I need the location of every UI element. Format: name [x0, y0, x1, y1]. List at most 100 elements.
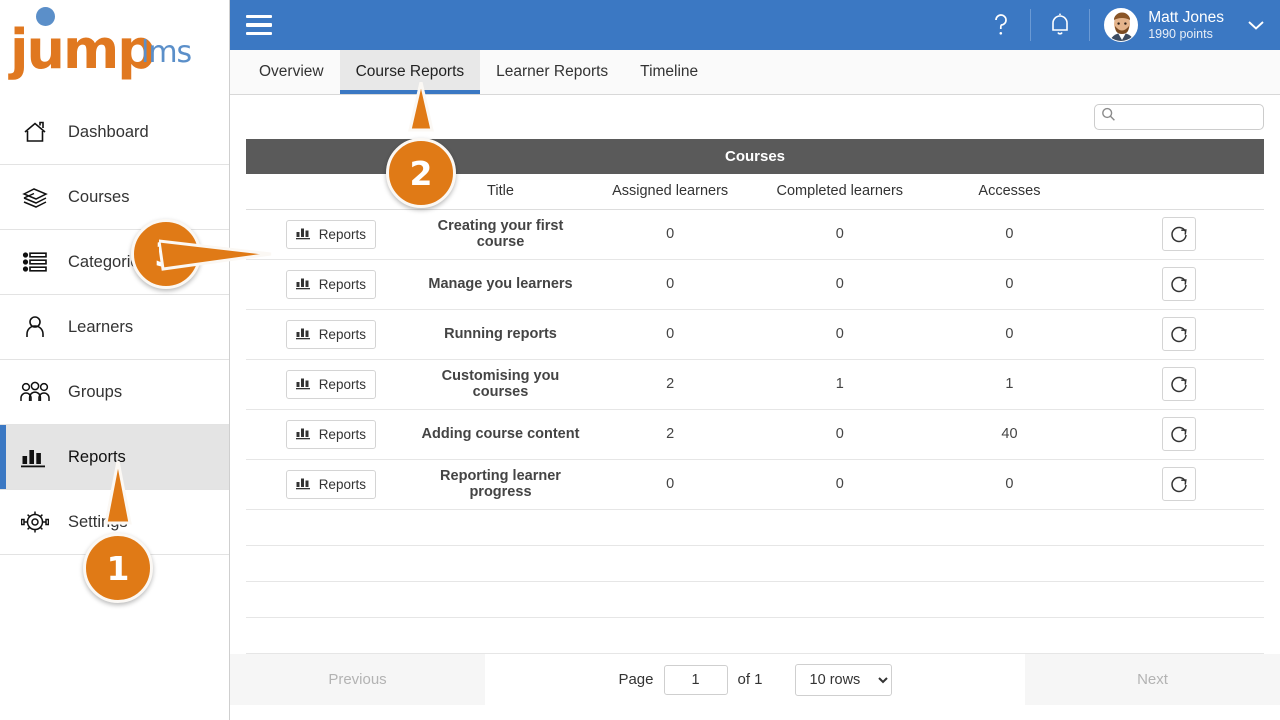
page-total-label: of 1 — [737, 671, 763, 688]
hamburger-icon[interactable] — [246, 15, 272, 35]
cell-assigned-learners: 0 — [585, 259, 755, 310]
avatar — [1104, 8, 1139, 42]
row-reports-button[interactable]: Reports — [285, 219, 376, 249]
row-reports-label: Reports — [318, 476, 366, 492]
cell-action: Reports — [246, 309, 416, 360]
bar-chart-icon — [295, 426, 312, 443]
sidebar-item-learners[interactable]: Learners — [0, 295, 229, 360]
user-info: Matt Jones 1990 points — [1148, 9, 1224, 41]
cell-refresh — [1094, 259, 1264, 310]
row-reports-label: Reports — [318, 326, 366, 342]
rows-per-page-select[interactable]: 10 rows25 rows50 rows100 rows — [794, 663, 892, 696]
refresh-icon[interactable] — [1162, 467, 1197, 501]
row-reports-button[interactable]: Reports — [285, 369, 376, 399]
row-reports-button[interactable]: Reports — [285, 469, 376, 499]
gear-icon — [18, 507, 52, 537]
cell-completed-learners: 0 — [754, 209, 925, 260]
table-empty-row — [246, 545, 1264, 582]
table-row: Reports Manage you learners 0 0 0 — [246, 259, 1264, 310]
cell-assigned-learners: 0 — [585, 209, 755, 260]
row-reports-label: Reports — [318, 276, 366, 292]
chevron-down-icon[interactable] — [1246, 18, 1266, 32]
row-reports-label: Reports — [318, 426, 366, 442]
next-button[interactable]: Next — [1025, 654, 1280, 705]
table-empty-row — [246, 581, 1264, 618]
bar-chart-icon — [295, 326, 312, 343]
home-icon — [18, 117, 52, 147]
sidebar-label: Courses — [68, 187, 130, 206]
pagination-bar: Previous Page of 1 10 rows25 rows50 rows… — [230, 653, 1280, 705]
page-label: Page — [618, 671, 654, 688]
cell-action: Reports — [246, 459, 416, 510]
cell-course-title: Reporting learner progress — [415, 459, 586, 510]
refresh-icon[interactable] — [1162, 267, 1197, 301]
tab-overview[interactable]: Overview — [243, 50, 340, 94]
search-input[interactable] — [1120, 109, 1280, 125]
callout-tail-1 — [104, 461, 132, 525]
cell-completed-learners: 1 — [754, 359, 925, 410]
pagination-center: Page of 1 10 rows25 rows50 rows100 rows — [485, 654, 1025, 705]
cell-refresh — [1094, 459, 1264, 510]
row-reports-button[interactable]: Reports — [285, 319, 376, 349]
user-points: 1990 points — [1148, 26, 1213, 41]
brand-logo[interactable]: jump lms — [0, 0, 229, 100]
cell-refresh — [1094, 209, 1264, 260]
bell-icon[interactable] — [1031, 8, 1089, 42]
cell-course-title: Customising you courses — [415, 359, 586, 410]
callout-tail-3 — [159, 239, 272, 271]
cell-completed-learners: 0 — [754, 309, 925, 360]
cell-accesses: 40 — [924, 409, 1095, 460]
bar-chart-icon — [18, 442, 52, 472]
callout-marker-1: 1 — [83, 461, 153, 603]
cell-course-title: Adding course content — [415, 409, 586, 460]
table-row: Reports Adding course content 2 0 40 — [246, 409, 1264, 460]
cell-refresh — [1094, 409, 1264, 460]
cell-completed-learners: 0 — [754, 409, 925, 460]
tab-learner-reports[interactable]: Learner Reports — [480, 50, 624, 94]
sidebar-label: Learners — [68, 317, 134, 336]
search-icon — [1101, 107, 1116, 127]
cell-action: Reports — [246, 409, 416, 460]
table-empty-row — [246, 617, 1264, 654]
refresh-icon[interactable] — [1162, 217, 1197, 251]
sidebar-item-dashboard[interactable]: Dashboard — [0, 100, 229, 165]
refresh-icon[interactable] — [1162, 317, 1197, 351]
app-root: jump lms Dashboard Courses Categories Le… — [0, 0, 1280, 720]
cell-accesses: 0 — [924, 459, 1095, 510]
callout-marker-2: 2 — [386, 82, 456, 208]
question-mark-icon[interactable] — [972, 8, 1030, 42]
cell-completed-learners: 0 — [754, 459, 925, 510]
top-header-bar: Matt Jones 1990 points — [230, 0, 1280, 50]
user-name: Matt Jones — [1148, 8, 1224, 26]
logo-text: jump — [10, 18, 156, 81]
bar-chart-icon — [295, 376, 312, 393]
bar-chart-icon — [295, 476, 312, 493]
courses-table: Courses Title Assigned learners Complete… — [246, 139, 1264, 654]
list-icon — [18, 247, 52, 277]
cell-assigned-learners: 0 — [585, 459, 755, 510]
row-reports-button[interactable]: Reports — [285, 419, 376, 449]
table-row: Reports Running reports 0 0 0 — [246, 309, 1264, 360]
bar-chart-icon — [295, 276, 312, 293]
sidebar-label: Dashboard — [68, 122, 149, 141]
row-reports-label: Reports — [318, 376, 366, 392]
refresh-icon[interactable] — [1162, 417, 1197, 451]
sidebar-item-groups[interactable]: Groups — [0, 360, 229, 425]
search-box[interactable] — [1094, 104, 1280, 130]
people-icon — [18, 377, 52, 407]
table-body: Reports Creating your first course 0 0 0 Repo… — [246, 209, 1264, 654]
tab-timeline[interactable]: Timeline — [624, 50, 714, 94]
page-number-input[interactable] — [663, 664, 728, 695]
books-icon — [18, 182, 52, 212]
user-menu[interactable]: Matt Jones 1990 points — [1090, 8, 1230, 42]
row-reports-label: Reports — [318, 226, 366, 242]
row-reports-button[interactable]: Reports — [285, 269, 376, 299]
cell-course-title: Manage you learners — [415, 259, 586, 310]
cell-course-title: Running reports — [415, 309, 586, 360]
refresh-icon[interactable] — [1162, 367, 1197, 401]
cell-accesses: 1 — [924, 359, 1095, 410]
user-icon — [18, 312, 52, 342]
cell-course-title: Creating your first course — [415, 209, 586, 260]
cell-assigned-learners: 2 — [585, 359, 755, 410]
previous-button[interactable]: Previous — [230, 654, 485, 705]
